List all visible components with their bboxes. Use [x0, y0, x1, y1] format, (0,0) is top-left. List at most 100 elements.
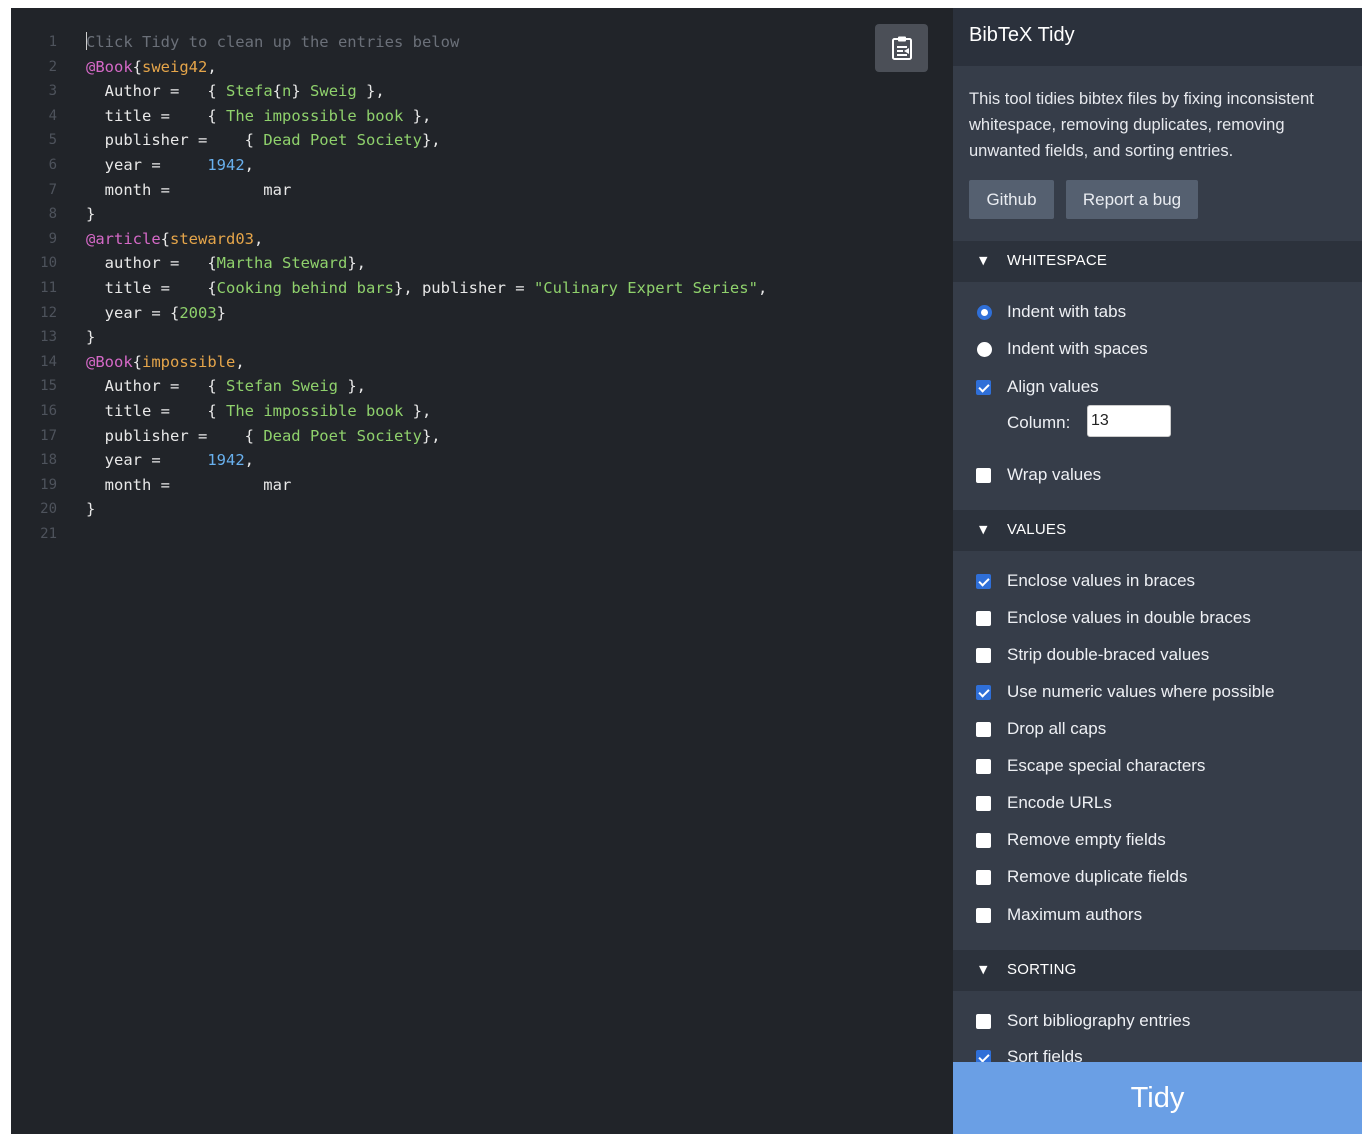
line-number: 18 — [40, 452, 57, 469]
code-token: , — [757, 279, 768, 297]
section-whitespace-label: WHITESPACE — [1007, 252, 1108, 269]
code-token: "Culinary Expert Series" — [533, 279, 758, 297]
code-token: { — [207, 254, 217, 273]
code-token: Dead Poet Society — [253, 426, 422, 445]
code-token: 1942 — [207, 156, 245, 174]
code-token: year = — [86, 156, 208, 174]
option-label: Use numeric values where possible — [1007, 682, 1275, 701]
code-token: { — [132, 352, 143, 371]
paste-button[interactable] — [875, 24, 928, 72]
line-number: 11 — [40, 280, 57, 296]
radio-indent-spaces[interactable] — [977, 342, 992, 357]
code-token: { — [244, 131, 254, 150]
checkbox-encode-urls[interactable] — [976, 796, 991, 811]
checkbox-sort-entries[interactable] — [976, 1014, 991, 1029]
radio-indent-tabs[interactable] — [977, 305, 992, 320]
line-number: 7 — [48, 181, 57, 198]
line-number: 13 — [40, 329, 57, 346]
code-line: 5 publisher = { Dead Poet Society}, — [11, 128, 953, 152]
checkbox-numeric-values[interactable] — [976, 685, 991, 700]
option-label: Encode URLs — [1007, 793, 1112, 812]
code-token: }, — [412, 106, 432, 125]
code-token: { — [207, 106, 217, 125]
github-button[interactable]: Github — [969, 180, 1054, 219]
option-label: Maximum authors — [1007, 905, 1143, 924]
checkbox-escape-special[interactable] — [976, 759, 991, 774]
tidy-button-label: Tidy — [1130, 1082, 1185, 1114]
code-line: 1 Click Tidy to clean up the entries belo… — [11, 30, 953, 54]
code-text: year = 1942, — [86, 153, 254, 177]
checkbox-strip-double-braced[interactable] — [976, 648, 991, 663]
checkbox-wrap-values[interactable] — [976, 468, 991, 483]
code-token: { — [160, 229, 170, 248]
line-number: 16 — [40, 403, 57, 419]
option-max-authors[interactable]: Maximum authors — [953, 902, 1362, 932]
checkbox-remove-empty[interactable] — [976, 833, 991, 848]
option-enclose-braces[interactable]: Enclose values in braces — [953, 568, 1362, 598]
code-token: impossible — [142, 352, 236, 371]
checkbox-drop-all-caps[interactable] — [976, 722, 991, 737]
code-token: { — [207, 82, 217, 101]
section-sorting-label: SORTING — [1007, 961, 1077, 978]
option-label: Escape special characters — [1007, 756, 1206, 775]
code-token: } — [86, 328, 96, 347]
column-input[interactable] — [1087, 405, 1171, 437]
line-number: 10 — [40, 255, 57, 272]
line-number: 15 — [40, 378, 57, 395]
checkbox-enclose-double-braces[interactable] — [976, 611, 991, 626]
option-align-values[interactable]: Align values — [953, 374, 1362, 404]
code-token: year = — [86, 451, 208, 470]
code-text: @Book{impossible, — [86, 350, 245, 374]
code-line: 18 year = 1942, — [11, 448, 953, 472]
checkbox-enclose-braces[interactable] — [976, 574, 991, 589]
report-bug-button[interactable]: Report a bug — [1066, 180, 1198, 219]
option-indent-spaces[interactable]: Indent with spaces — [953, 336, 1362, 366]
option-encode-urls[interactable]: Encode URLs — [953, 790, 1362, 820]
option-indent-tabs[interactable]: Indent with tabs — [953, 299, 1362, 329]
code-token: Click Tidy to clean up the entries below — [86, 33, 460, 51]
option-wrap-values[interactable]: Wrap values — [953, 462, 1362, 492]
code-token: }, — [366, 82, 385, 101]
code-token: steward03 — [170, 229, 254, 248]
code-token: { — [244, 426, 254, 445]
tidy-button[interactable]: Tidy — [953, 1062, 1362, 1134]
code-text: } — [86, 202, 95, 226]
line-number: 4 — [48, 107, 57, 124]
line-number: 3 — [48, 83, 57, 100]
code-line: 21 — [11, 522, 953, 546]
code-token: { — [207, 377, 217, 396]
code-text: publisher = { Dead Poet Society}, — [86, 424, 441, 448]
code-token: }, — [347, 254, 366, 273]
option-sort-entries[interactable]: Sort bibliography entries — [953, 1008, 1362, 1038]
line-number: 17 — [40, 427, 57, 444]
code-token: { — [207, 279, 217, 297]
triangle-down-icon: ▼ — [979, 963, 988, 976]
option-escape-special[interactable]: Escape special characters — [953, 753, 1362, 783]
code-token: , — [235, 352, 245, 371]
option-strip-double-braced[interactable]: Strip double-braced values — [953, 642, 1362, 672]
section-values-header[interactable]: ▼ VALUES — [953, 510, 1362, 551]
code-token: title = — [86, 402, 208, 420]
code-line: 9 @article{steward03, — [11, 227, 953, 251]
section-sorting-header[interactable]: ▼ SORTING — [953, 950, 1362, 991]
line-number: 19 — [40, 476, 57, 493]
line-number: 2 — [48, 58, 57, 75]
code-text: publisher = { Dead Poet Society}, — [86, 128, 441, 152]
section-whitespace-header[interactable]: ▼ WHITESPACE — [953, 241, 1362, 282]
option-drop-all-caps[interactable]: Drop all caps — [953, 716, 1362, 746]
code-token: @article — [86, 229, 161, 248]
code-token: , — [244, 156, 254, 174]
code-token: sweig42 — [142, 57, 208, 76]
code-editor[interactable]: 1 Click Tidy to clean up the entries belo… — [11, 8, 953, 1134]
checkbox-max-authors[interactable] — [976, 908, 991, 923]
checkbox-align-values[interactable] — [976, 380, 991, 395]
option-remove-duplicate[interactable]: Remove duplicate fields — [953, 864, 1362, 894]
code-token: month = mar — [86, 475, 292, 494]
option-enclose-double-braces[interactable]: Enclose values in double braces — [953, 605, 1362, 635]
checkbox-remove-duplicate[interactable] — [976, 870, 991, 885]
option-numeric-values[interactable]: Use numeric values where possible — [953, 679, 1362, 709]
code-line: 11 title = {Cooking behind bars}, publis… — [11, 276, 953, 300]
code-token: author = — [86, 254, 208, 273]
code-token: , — [254, 229, 264, 248]
option-remove-empty[interactable]: Remove empty fields — [953, 827, 1362, 857]
